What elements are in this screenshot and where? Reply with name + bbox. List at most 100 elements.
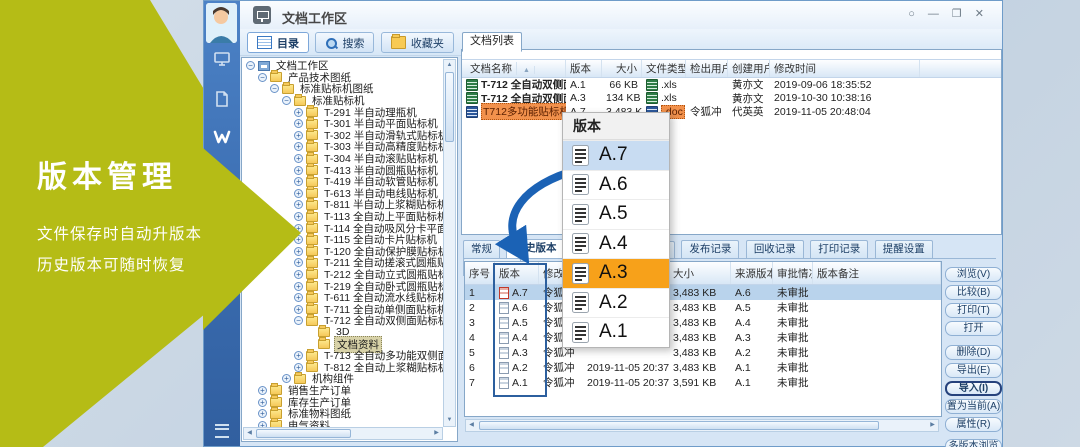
tree-toggle-icon[interactable]	[294, 107, 303, 117]
column-header-source-version[interactable]: 来源版本	[731, 262, 773, 284]
workflow-icon[interactable]	[212, 127, 232, 147]
user-avatar[interactable]	[206, 3, 237, 43]
version-popup-item[interactable]: A.6	[563, 169, 669, 200]
tree-toggle-icon[interactable]	[294, 177, 303, 187]
tree-toggle-icon[interactable]	[294, 293, 303, 303]
document-row[interactable]: T-712 全自动双侧面贴标机... A.1 66 KB .xls 黄亦文 20…	[462, 78, 1001, 92]
action-button[interactable]: 多版本浏览	[945, 439, 1002, 447]
column-header-approval[interactable]: 审批情况	[773, 262, 813, 284]
toolbar-tab[interactable]: 目录	[247, 32, 309, 53]
version-popup-label: A.1	[599, 321, 628, 343]
action-button[interactable]: 比较(B)	[945, 285, 1002, 300]
modified-time-cell: 2019-10-30 10:38:16	[774, 92, 872, 105]
tree-toggle-icon[interactable]	[294, 200, 303, 210]
restore-icon[interactable]: ❐	[952, 7, 962, 21]
action-button[interactable]: 导出(E)	[945, 363, 1002, 378]
tree-toggle-icon[interactable]	[294, 154, 303, 164]
action-button[interactable]: 浏览(V)	[945, 267, 1002, 282]
version-popup-item[interactable]: A.3	[563, 258, 669, 288]
tree-toggle-icon[interactable]	[258, 385, 267, 395]
column-header-size[interactable]: 大小	[602, 60, 642, 77]
history-horizontal-scrollbar[interactable]: ◀ ▶	[465, 419, 939, 432]
action-button[interactable]: 删除(D)	[945, 345, 1002, 360]
tree-toggle-icon[interactable]	[258, 72, 267, 82]
detail-tab[interactable]: 打印记录	[810, 240, 869, 258]
tree-toggle-icon[interactable]	[270, 84, 279, 94]
tree-toggle-icon[interactable]	[294, 165, 303, 175]
tree-toggle-icon[interactable]	[294, 119, 303, 129]
detail-tab[interactable]: 发布记录	[681, 240, 740, 258]
column-header-name[interactable]: 文档名称 ▲	[462, 60, 566, 77]
toolbar-tab[interactable]: 收藏夹	[380, 32, 454, 53]
tab-document-list[interactable]: 文档列表	[462, 32, 522, 52]
version-popup-item[interactable]: A.2	[563, 287, 669, 318]
action-button[interactable]: 导入(I)	[945, 381, 1002, 396]
scroll-right-icon[interactable]: ▶	[927, 420, 938, 431]
tree-toggle-icon[interactable]	[294, 304, 303, 314]
scrollbar-thumb[interactable]	[445, 72, 454, 142]
tree-toggle-icon[interactable]	[294, 212, 303, 222]
version-popup-item[interactable]: A.5	[563, 199, 669, 229]
detail-tab[interactable]: 提醒设置	[874, 240, 933, 258]
scroll-left-icon[interactable]: ◀	[244, 428, 255, 439]
tree-toggle-icon[interactable]	[294, 246, 303, 256]
tree-toggle-icon[interactable]	[294, 130, 303, 140]
folder-icon	[306, 302, 318, 315]
tree-item[interactable]: T-712 全自动双侧面贴标机	[244, 313, 443, 327]
desktop-icon[interactable]	[212, 49, 232, 69]
scroll-left-icon[interactable]: ◀	[466, 420, 477, 431]
size-cell: 3,483 KB	[673, 331, 717, 344]
minimize-icon[interactable]: —	[928, 7, 939, 21]
pin-icon[interactable]: ○	[908, 7, 915, 21]
column-header-modified[interactable]: 修改时间	[770, 60, 920, 77]
version-popup-label: A.2	[599, 291, 628, 313]
action-button[interactable]: 属性(R)	[945, 417, 1002, 432]
document-row[interactable]: T712多功能贴标机说明书.doc A.7 3,483 KB .doc 令狐冲 …	[462, 103, 1001, 121]
action-button[interactable]: 打开	[945, 321, 1002, 336]
action-button[interactable]: 打印(T)	[945, 303, 1002, 318]
tree-toggle-icon[interactable]	[294, 316, 303, 326]
scroll-down-icon[interactable]: ▼	[444, 415, 455, 426]
version-popup-item[interactable]: A.4	[563, 228, 669, 259]
action-button[interactable]: 置为当前(A)	[945, 399, 1002, 414]
close-icon[interactable]: ✕	[975, 7, 984, 21]
scrollbar-thumb[interactable]	[479, 421, 879, 430]
detail-tab[interactable]: 回收记录	[745, 240, 804, 258]
banner-subtitle-1: 文件保存时自动升版本	[37, 226, 203, 243]
tree-toggle-icon[interactable]	[282, 96, 291, 106]
scrollbar-thumb[interactable]	[256, 429, 351, 438]
tree-toggle-icon[interactable]	[258, 397, 267, 407]
tree-toggle-icon[interactable]	[246, 61, 255, 71]
column-header-checkout-user[interactable]: 检出用户	[686, 60, 728, 77]
toolbar-tab[interactable]: 搜索	[315, 32, 375, 53]
document-icon[interactable]	[212, 89, 232, 109]
column-header-version[interactable]: 版本	[566, 60, 602, 77]
tree-toggle-icon[interactable]	[294, 269, 303, 279]
version-popup-item[interactable]: A.1	[563, 317, 669, 347]
filetype-ext: .xls	[661, 92, 677, 105]
column-header-remark[interactable]: 版本备注	[813, 262, 941, 284]
scroll-right-icon[interactable]: ▶	[431, 428, 442, 439]
tree-toggle-icon[interactable]	[294, 351, 303, 361]
tree-toggle-icon[interactable]	[294, 258, 303, 268]
tree-toggle-icon[interactable]	[294, 142, 303, 152]
tree-horizontal-scrollbar[interactable]: ◀ ▶	[243, 427, 443, 440]
filetype-ext: .xls	[661, 78, 677, 91]
detail-tab-label: 发布记录	[689, 243, 732, 255]
column-header-creator[interactable]: 创建用户	[728, 60, 770, 77]
source-version-cell: A.6	[735, 286, 751, 299]
screenshot-canvas: 版本管理 文件保存时自动升版本 历史版本可随时恢复 文档工作区 ○ — ❐ ✕ …	[0, 0, 1080, 447]
avatar-image	[206, 3, 237, 43]
tree-toggle-icon[interactable]	[258, 409, 267, 419]
column-header-size[interactable]: 大小	[669, 262, 731, 284]
scroll-up-icon[interactable]: ▲	[444, 60, 455, 71]
window-controls: ○ — ❐ ✕	[908, 7, 984, 21]
column-header-filetype[interactable]: 文件类型	[642, 60, 686, 77]
tree-toggle-icon[interactable]	[294, 281, 303, 291]
tree-toggle-icon[interactable]	[294, 362, 303, 372]
hamburger-menu-icon[interactable]	[215, 424, 229, 438]
tree-toggle-icon[interactable]	[294, 188, 303, 198]
tree-vertical-scrollbar[interactable]: ▲ ▼	[443, 59, 456, 427]
folder-icon	[306, 105, 318, 118]
version-popup-item[interactable]: A.7	[563, 140, 669, 170]
